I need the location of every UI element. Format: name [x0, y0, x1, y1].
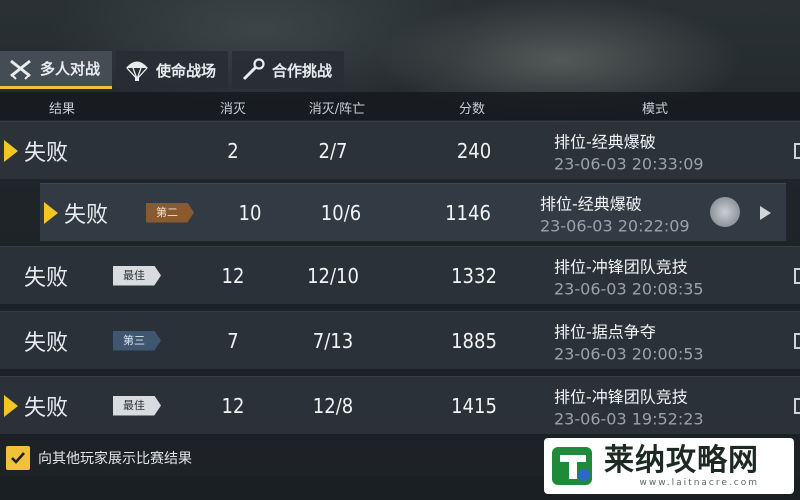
tab-battle-royale[interactable]: 使命战场 — [116, 51, 229, 89]
table-row[interactable]: 失败 最佳 12 12/8 1415 排位-冲锋团队竞技 23-06-03 19… — [0, 376, 800, 434]
col-mode: 模式 — [641, 102, 669, 117]
table-row[interactable]: 失败 第二 10 10/6 1146 排位-经典爆破 23-06-03 20:2… — [40, 183, 786, 241]
table-header: 结果 消灭 消灭/阵亡 分数 模式 — [0, 92, 800, 120]
row-kd: 12/10 — [307, 263, 359, 288]
col-kills: 消灭 — [219, 102, 247, 117]
row-expand-handle[interactable] — [794, 142, 800, 159]
touch-indicator — [710, 197, 740, 227]
row-time: 23-06-03 20:22:09 — [540, 216, 690, 235]
checkmark-icon — [11, 452, 25, 464]
row-mode: 排位-据点争夺 23-06-03 20:00:53 — [554, 318, 704, 363]
replay-play-icon[interactable] — [760, 205, 771, 220]
wrench-icon — [240, 57, 266, 83]
row-mode: 排位-经典爆破 23-06-03 20:33:09 — [554, 128, 704, 173]
row-expand-handle[interactable] — [794, 332, 800, 349]
tab-label: 多人对战 — [40, 60, 101, 78]
mode-tabs: 多人对战 使命战场 合作挑战 — [0, 51, 348, 89]
row-kills: 10 — [238, 200, 262, 225]
row-kills: 12 — [221, 263, 245, 288]
row-score: 1332 — [451, 263, 497, 288]
row-mode: 排位-冲锋团队竞技 23-06-03 19:52:23 — [554, 383, 704, 428]
highlight-marker-icon — [4, 394, 18, 417]
row-mode-name: 排位-冲锋团队竞技 — [554, 257, 688, 276]
col-kd: 消灭/阵亡 — [308, 102, 366, 117]
row-kills: 12 — [221, 393, 245, 418]
row-score: 240 — [456, 138, 492, 163]
row-result: 失败 — [24, 140, 69, 166]
row-kd: 7/13 — [312, 328, 354, 353]
row-time: 23-06-03 19:52:23 — [554, 409, 704, 428]
row-kd: 2/7 — [318, 138, 348, 163]
row-mode: 排位-冲锋团队竞技 23-06-03 20:08:35 — [554, 253, 704, 298]
site-watermark: 莱纳攻略网 www.laitnacre.com — [544, 438, 794, 494]
watermark-url: www.laitnacre.com — [639, 478, 759, 488]
tab-multiplayer[interactable]: 多人对战 — [0, 51, 113, 89]
row-mode-name: 排位-据点争夺 — [554, 322, 656, 341]
row-mode: 排位-经典爆破 23-06-03 20:22:09 — [540, 190, 690, 235]
show-results-checkbox[interactable] — [6, 446, 30, 470]
table-row[interactable]: 失败 2 2/7 240 排位-经典爆破 23-06-03 20:33:09 — [0, 121, 800, 179]
rank-badge-third: 第三 — [113, 330, 161, 351]
row-mode-name: 排位-冲锋团队竞技 — [554, 387, 688, 406]
tab-label: 合作挑战 — [272, 61, 333, 80]
row-kills: 2 — [227, 138, 239, 163]
row-result: 失败 — [24, 395, 69, 421]
highlight-marker-icon — [44, 201, 58, 224]
match-history-table: 结果 消灭 消灭/阵亡 分数 模式 — [0, 92, 800, 120]
row-result: 失败 — [24, 265, 69, 291]
col-result: 结果 — [48, 102, 76, 117]
rank-badge-best: 最佳 — [113, 395, 161, 416]
tab-coop[interactable]: 合作挑战 — [232, 51, 345, 89]
row-expand-handle[interactable] — [794, 397, 800, 414]
row-kd: 12/8 — [312, 393, 354, 418]
rank-badge-best: 最佳 — [113, 265, 161, 286]
row-expand-handle[interactable] — [794, 267, 800, 284]
row-score: 1885 — [451, 328, 497, 353]
row-result: 失败 — [24, 330, 69, 356]
rank-badge-second: 第二 — [146, 202, 194, 223]
highlight-marker-icon — [4, 139, 18, 162]
row-mode-name: 排位-经典爆破 — [540, 194, 642, 213]
watermark-title: 莱纳攻略网 — [604, 443, 759, 478]
row-score: 1146 — [445, 200, 491, 225]
row-time: 23-06-03 20:33:09 — [554, 154, 704, 173]
row-result: 失败 — [64, 202, 109, 228]
tab-label: 使命战场 — [156, 61, 217, 80]
table-row[interactable]: 失败 最佳 12 12/10 1332 排位-冲锋团队竞技 23-06-03 2… — [0, 246, 800, 304]
show-results-label: 向其他玩家展示比赛结果 — [38, 451, 192, 467]
row-kills: 7 — [227, 328, 239, 353]
parachute-icon — [124, 57, 150, 83]
row-score: 1415 — [451, 393, 497, 418]
watermark-logo-icon — [552, 447, 592, 485]
table-row[interactable]: 失败 第三 7 7/13 1885 排位-据点争夺 23-06-03 20:00… — [0, 311, 800, 369]
row-kd: 10/6 — [320, 200, 362, 225]
crossed-guns-icon — [8, 56, 34, 82]
col-score: 分数 — [458, 102, 486, 117]
row-time: 23-06-03 20:00:53 — [554, 344, 704, 363]
row-time: 23-06-03 20:08:35 — [554, 279, 704, 298]
row-mode-name: 排位-经典爆破 — [554, 132, 656, 151]
